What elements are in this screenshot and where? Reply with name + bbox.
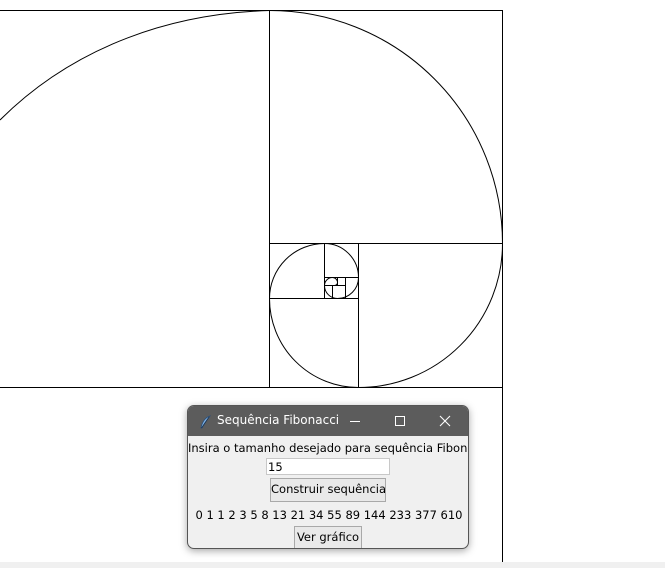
minimize-icon — [350, 421, 360, 422]
spiral-arc — [334, 282, 338, 286]
maximize-button[interactable] — [378, 406, 422, 436]
spiral-arc — [0, 10, 270, 121]
build-sequence-button[interactable]: Construir sequência — [270, 478, 386, 502]
title-bar[interactable]: Sequência Fibonacci — [188, 406, 468, 436]
spiral-arc — [269, 298, 359, 388]
minimize-button[interactable] — [333, 406, 377, 436]
spiral-arc — [269, 243, 325, 299]
bottom-strip — [0, 562, 665, 568]
window-content: Insira o tamanho desejado para sequência… — [188, 436, 469, 548]
sequence-output: 0 1 1 2 3 5 8 13 21 34 55 89 144 233 377… — [195, 508, 463, 522]
spiral-arc — [324, 243, 359, 278]
size-input[interactable] — [266, 458, 390, 475]
close-button[interactable] — [423, 406, 467, 436]
spiral-arc — [337, 277, 359, 299]
spiral-arc — [324, 285, 338, 299]
spiral-arc — [332, 277, 338, 283]
canvas-border-line — [502, 388, 503, 562]
show-chart-button[interactable]: Ver gráfico — [294, 526, 362, 548]
close-icon — [439, 415, 451, 427]
window-title: Sequência Fibonacci — [217, 413, 340, 427]
prompt-label: Insira o tamanho desejado para sequência… — [188, 441, 469, 455]
fibonacci-window: Sequência Fibonacci Insira o tamanho des… — [187, 405, 469, 549]
feather-icon — [200, 414, 212, 429]
maximize-icon — [395, 416, 405, 426]
spiral-arc — [324, 277, 333, 286]
spiral-arc — [358, 243, 503, 388]
spiral-arc — [269, 10, 503, 244]
